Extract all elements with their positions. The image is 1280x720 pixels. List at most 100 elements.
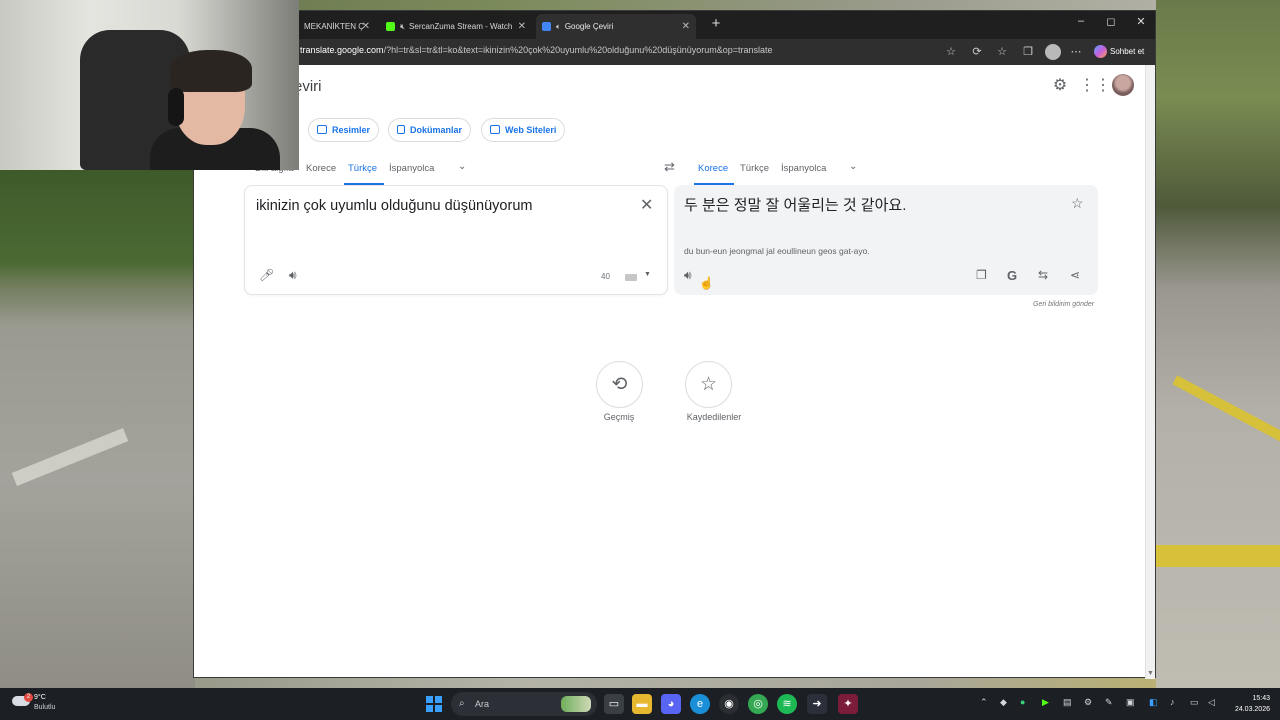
favorites-icon[interactable]: ☆ (994, 44, 1010, 60)
google-icon[interactable]: G (1007, 268, 1017, 283)
google-translate-icon (542, 22, 551, 32)
url-field[interactable]: translate.google.com/?hl=tr&sl=tr&tl=ko&… (300, 45, 773, 55)
listen-translation-icon[interactable]: 🔊︎ (684, 268, 692, 283)
show-hidden-icons[interactable]: ⌃ (980, 697, 988, 708)
mode-images-button[interactable]: Resimler (308, 118, 380, 142)
source-lang-turkish[interactable]: Türkçe (348, 163, 377, 174)
mode-label: Dokümanlar (410, 125, 463, 135)
website-icon (490, 125, 500, 134)
search-placeholder: Ara (475, 699, 490, 709)
volume-icon[interactable]: ◁ (1208, 697, 1215, 708)
edge-icon[interactable]: e (690, 694, 710, 714)
weather-widget[interactable]: 2 9°C Bulutlu (12, 693, 72, 715)
notification-badge: 2 (24, 693, 33, 702)
microphone-icon[interactable]: ♪ (1170, 697, 1175, 707)
collections-icon[interactable]: ❐ (1020, 44, 1036, 60)
account-avatar[interactable] (1112, 74, 1134, 96)
swap-languages-icon[interactable]: ⇄ (664, 159, 675, 175)
translation-output: 두 분은 정말 잘 어울리는 것 같아요. du bun-eun jeongma… (674, 185, 1098, 295)
source-text[interactable]: ikinizin çok uyumlu olduğunu düşünüyorum (256, 198, 532, 214)
clear-text-icon[interactable]: ✕ (640, 195, 653, 215)
system-clock[interactable]: 15:43 24.03.2026 (1228, 693, 1270, 715)
tab-google-translate[interactable]: 🔈︎ Google Çeviri ✕ (536, 14, 696, 39)
settings-gear-icon[interactable]: ⚙ (1049, 75, 1071, 97)
copilot-button[interactable]: Sohbet et (1094, 44, 1144, 60)
tray-app-icon[interactable]: ● (1020, 697, 1025, 707)
app-icon[interactable]: ➜ (807, 694, 827, 714)
saved-button[interactable]: ☆ (685, 361, 732, 408)
refresh-icon[interactable]: ⟳ (969, 44, 985, 60)
tray-app-icon[interactable]: ▤ (1063, 697, 1072, 708)
keyboard-icon[interactable] (625, 274, 637, 281)
target-lang-turkish[interactable]: Türkçe (740, 163, 769, 174)
mode-documents-button[interactable]: Dokümanlar (388, 118, 472, 142)
weather-temp: 9°C (34, 694, 46, 701)
target-lang-spanish[interactable]: İspanyolca (781, 163, 826, 174)
tab-mekanikten[interactable]: MEKANİKTEN Ç ✕ (298, 14, 376, 39)
maximize-button[interactable]: ◻ (1096, 15, 1126, 28)
steam-icon[interactable]: ⚙ (1084, 697, 1092, 708)
speaker-icon[interactable]: 🔈︎ (556, 22, 561, 31)
rate-translation-icon[interactable]: ⇆ (1038, 268, 1048, 282)
copy-icon[interactable]: ❐ (976, 268, 987, 282)
chevron-down-icon[interactable]: ⌄ (849, 161, 857, 172)
taskbar-search[interactable]: ⌕ Ara (451, 692, 597, 716)
history-label: Geçmiş (603, 412, 635, 422)
apps-grid-icon[interactable]: ⋮⋮ (1079, 75, 1111, 97)
game-launcher-icon[interactable]: ✦ (838, 694, 858, 714)
history-button[interactable]: ⟲ (596, 361, 643, 408)
more-menu-icon[interactable]: ⋯ (1068, 44, 1084, 60)
muted-speaker-icon[interactable]: 🔇︎ (400, 22, 405, 31)
obs-icon[interactable]: ◉ (719, 694, 739, 714)
close-tab-icon[interactable]: ✕ (362, 14, 370, 39)
tray-app-icon[interactable]: ◧ (1149, 697, 1158, 708)
send-feedback-link[interactable]: Geri bildirim gönder (1033, 301, 1094, 308)
image-icon (317, 125, 327, 134)
close-tab-icon[interactable]: ✕ (682, 14, 690, 39)
microphone-icon[interactable]: 🎤︎ (259, 268, 274, 282)
tab-title: SercanZuma Stream - Watch (409, 22, 513, 31)
close-window-button[interactable]: ✕ (1126, 15, 1156, 28)
windows-start-icon[interactable] (426, 696, 442, 712)
file-explorer-icon[interactable]: ▬ (632, 694, 652, 714)
save-translation-star-icon[interactable]: ☆ (1071, 195, 1084, 212)
spotify-icon[interactable]: ≋ (777, 694, 797, 714)
document-icon (397, 125, 405, 134)
target-lang-korean[interactable]: Korece (698, 163, 728, 174)
favorite-star-icon[interactable]: ☆ (943, 44, 959, 60)
profile-avatar[interactable] (1045, 44, 1061, 60)
network-icon[interactable]: ▭ (1190, 697, 1199, 708)
source-textarea[interactable]: ikinizin çok uyumlu olduğunu düşünüyorum… (244, 185, 668, 295)
start-tile (435, 705, 442, 712)
scrollbar[interactable]: ▼ (1145, 65, 1155, 679)
listen-source-icon[interactable]: 🔊︎ (289, 268, 297, 283)
share-icon[interactable]: ⋖ (1070, 268, 1080, 282)
discord-icon[interactable]: ◕ (661, 694, 681, 714)
browser-window: MEKANİKTEN Ç ✕ 🔇︎ SercanZuma Stream - Wat… (193, 10, 1156, 679)
road-marking (1156, 545, 1280, 567)
source-lang-spanish[interactable]: İspanyolca (389, 163, 434, 174)
start-tile (426, 705, 433, 712)
tray-app-icon[interactable]: ◆ (1000, 697, 1007, 708)
road-marking (11, 428, 129, 486)
char-count: 40 (601, 272, 610, 281)
scroll-down-icon[interactable]: ▼ (1147, 670, 1154, 677)
tab-bar: MEKANİKTEN Ç ✕ 🔇︎ SercanZuma Stream - Wat… (194, 11, 1155, 39)
chevron-down-icon[interactable]: ⌄ (458, 161, 466, 172)
chrome-icon[interactable]: ◎ (748, 694, 768, 714)
tray-app-icon[interactable]: ▶ (1042, 697, 1049, 708)
mode-websites-button[interactable]: Web Siteleri (481, 118, 566, 142)
new-tab-button[interactable]: + (706, 15, 726, 32)
close-tab-icon[interactable]: ✕ (518, 14, 526, 39)
task-view-icon[interactable]: ▭ (604, 694, 624, 714)
tab-kick-stream[interactable]: 🔇︎ SercanZuma Stream - Watch ✕ (380, 14, 532, 39)
source-lang-korean[interactable]: Korece (306, 163, 336, 174)
address-bar: translate.google.com/?hl=tr&sl=tr&tl=ko&… (194, 39, 1155, 65)
keyboard-dropdown-icon[interactable]: ▼ (644, 271, 651, 278)
history-icon: ⟲ (611, 374, 628, 395)
tab-title: MEKANİKTEN Ç (304, 22, 365, 31)
tray-app-icon[interactable]: ✎ (1105, 697, 1113, 708)
tray-app-icon[interactable]: ▣ (1126, 697, 1135, 708)
copilot-icon (1094, 45, 1107, 59)
minimize-button[interactable]: – (1066, 15, 1096, 27)
